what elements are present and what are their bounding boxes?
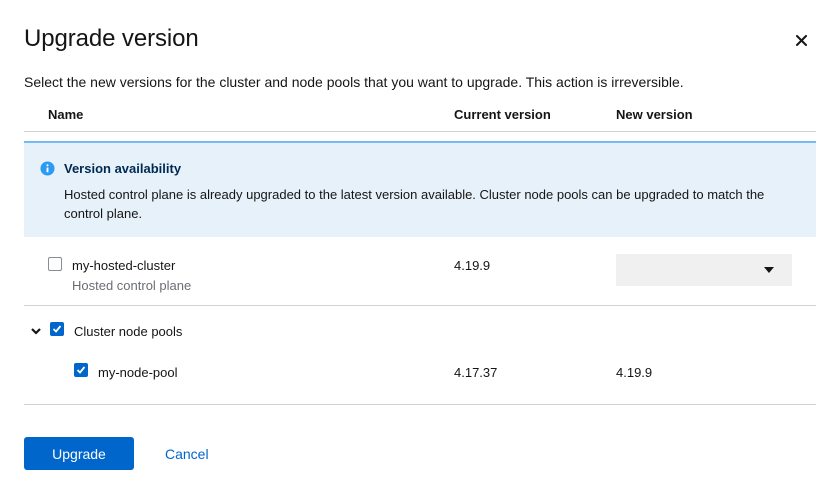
chevron-down-icon xyxy=(31,328,41,335)
modal-title: Upgrade version xyxy=(24,25,199,52)
row-divider xyxy=(24,404,816,405)
check-icon xyxy=(52,325,62,333)
node-pools-group-checkbox[interactable] xyxy=(50,322,64,336)
column-header-current-version: Current version xyxy=(454,107,551,122)
cluster-name: my-hosted-cluster xyxy=(72,258,176,273)
node-pool-checkbox[interactable] xyxy=(74,363,88,377)
node-pool-new-version: 4.19.9 xyxy=(616,365,653,380)
column-header-name: Name xyxy=(48,107,84,122)
expand-toggle[interactable] xyxy=(30,324,44,338)
header-divider xyxy=(24,131,816,132)
info-circle-icon xyxy=(40,161,55,176)
check-icon xyxy=(76,366,86,374)
alert-title: Version availability xyxy=(64,161,182,176)
close-button[interactable] xyxy=(791,30,811,50)
node-pool-current-version: 4.17.37 xyxy=(454,365,498,380)
cluster-checkbox[interactable] xyxy=(48,257,62,271)
close-icon xyxy=(795,34,807,46)
row-divider xyxy=(24,305,816,306)
node-pools-group-label: Cluster node pools xyxy=(74,324,183,339)
upgrade-button[interactable]: Upgrade xyxy=(24,437,134,470)
modal-description: Select the new versions for the cluster … xyxy=(24,74,684,90)
cancel-button[interactable]: Cancel xyxy=(165,446,209,462)
cluster-current-version: 4.19.9 xyxy=(454,258,491,273)
cluster-subtitle: Hosted control plane xyxy=(72,278,192,293)
column-header-new-version: New version xyxy=(616,107,693,122)
new-version-select[interactable] xyxy=(616,254,792,286)
alert-body: Hosted control plane is already upgraded… xyxy=(64,187,765,221)
info-alert: Version availability Hosted control plan… xyxy=(24,141,816,237)
node-pool-name: my-node-pool xyxy=(98,365,178,380)
caret-down-icon xyxy=(764,267,774,273)
